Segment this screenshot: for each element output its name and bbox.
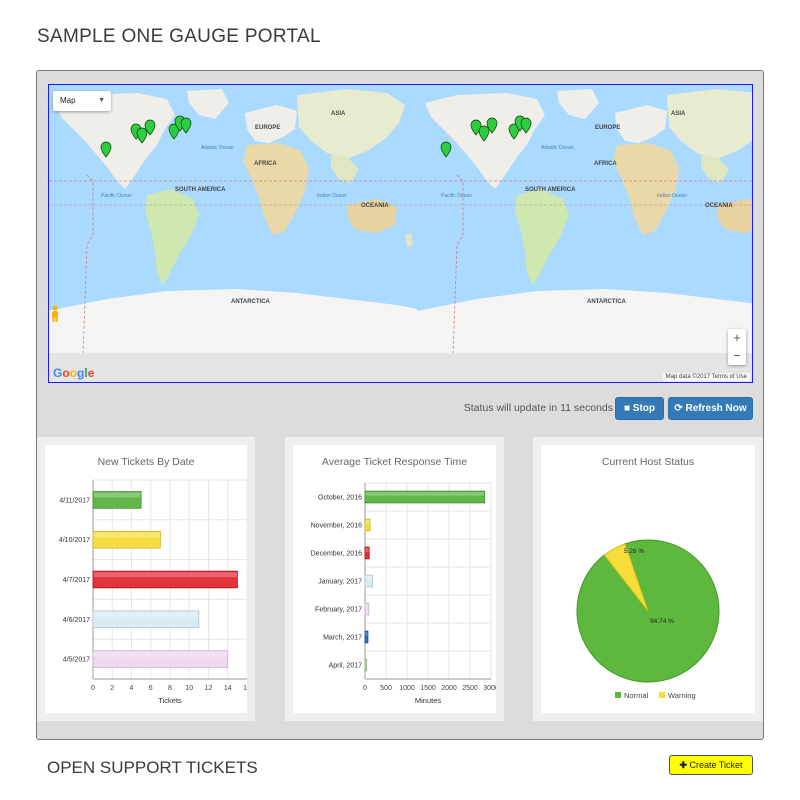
tickets-chart-tick-label: 2 bbox=[110, 685, 114, 692]
response-chart-bar-highlight bbox=[365, 632, 368, 636]
tickets-chart-bar-highlight bbox=[93, 492, 141, 498]
open-support-tickets-heading: OPEN SUPPORT TICKETS bbox=[47, 758, 258, 777]
label-atlantic-2: Atlantic Ocean bbox=[541, 145, 574, 151]
refresh-icon: ⟳ bbox=[674, 403, 683, 414]
tickets-chart-bar-highlight bbox=[93, 572, 237, 578]
pegman-icon[interactable] bbox=[49, 305, 61, 323]
response-chart-bar-highlight bbox=[365, 604, 369, 608]
label-indian: Indian Ocean bbox=[317, 193, 347, 199]
tickets-chart-category-label: 4/11/2017 bbox=[59, 497, 90, 504]
response-chart-bar-highlight bbox=[365, 548, 369, 552]
stop-icon: ■ bbox=[623, 403, 631, 414]
chevron-down-icon: ▼ bbox=[98, 97, 105, 104]
refresh-label: Refresh Now bbox=[685, 403, 747, 414]
label-south-america-2: SOUTH AMERICA bbox=[525, 187, 576, 193]
page-title: SAMPLE ONE GAUGE PORTAL bbox=[37, 26, 321, 47]
tickets-chart-bar-highlight bbox=[93, 532, 160, 538]
status-countdown: Status will update in 11 seconds bbox=[463, 402, 613, 414]
zoom-out-button[interactable]: − bbox=[728, 347, 746, 365]
response-chart-tick-label: 500 bbox=[380, 685, 392, 692]
response-chart-category-label: February, 2017 bbox=[315, 607, 362, 614]
response-chart-bar-highlight bbox=[365, 576, 373, 580]
tickets-chart-tick-label: 6 bbox=[149, 685, 153, 692]
response-chart-bar-highlight bbox=[365, 520, 370, 524]
response-chart-category-label: October, 2016 bbox=[318, 495, 362, 502]
response-chart-tick-label: 3000 bbox=[483, 685, 496, 692]
map-type-label: Map bbox=[60, 96, 76, 105]
zoom-in-button[interactable]: + bbox=[728, 329, 746, 347]
map-type-select[interactable]: Map ▼ bbox=[53, 91, 111, 111]
response-chart-x-axis-title: Minutes bbox=[415, 696, 442, 705]
map-canvas: ASIA EUROPE AFRICA SOUTH AMERICA OCEANIA… bbox=[49, 85, 752, 382]
response-chart-tick-label: 2000 bbox=[441, 685, 457, 692]
response-chart-bar-highlight bbox=[365, 492, 485, 496]
tickets-chart-tick-label: 8 bbox=[168, 685, 172, 692]
label-antarctica: ANTARCTICA bbox=[231, 299, 271, 305]
tickets-chart-tick-label: 0 bbox=[91, 685, 95, 692]
tickets-chart-category-label: 4/10/2017 bbox=[59, 537, 90, 544]
label-antarctica-2: ANTARCTICA bbox=[587, 299, 627, 305]
tickets-chart-tick-label: 16 bbox=[243, 685, 247, 692]
label-indian-2: Indian Ocean bbox=[657, 193, 687, 199]
legend-swatch-normal bbox=[615, 692, 621, 698]
pie-label-normal: 94.74 % bbox=[650, 618, 674, 625]
label-pacific: Pacific Ocean bbox=[101, 193, 132, 199]
host-status-chart: 94.74 % 5.26 % Normal Warning bbox=[576, 539, 720, 700]
label-europe-2: EUROPE bbox=[595, 125, 620, 131]
response-chart-category-label: November, 2016 bbox=[311, 523, 362, 530]
response-chart-tick-label: 1500 bbox=[420, 685, 436, 692]
stop-label: Stop bbox=[632, 403, 656, 414]
plus-icon: ✚ bbox=[679, 760, 687, 770]
world-map[interactable]: ASIA EUROPE AFRICA SOUTH AMERICA OCEANIA… bbox=[48, 84, 753, 383]
response-chart-category-label: January, 2017 bbox=[318, 579, 362, 586]
tickets-chart-category-label: 4/6/2017 bbox=[63, 617, 90, 624]
label-africa: AFRICA bbox=[254, 161, 277, 167]
tickets-chart-tick-label: 4 bbox=[130, 685, 134, 692]
label-oceania-2: OCEANIA bbox=[705, 203, 733, 209]
label-asia: ASIA bbox=[331, 111, 346, 117]
zoom-control: + − bbox=[728, 329, 746, 365]
stop-button[interactable]: ■ Stop bbox=[615, 397, 664, 420]
tickets-by-date-chart: 0 2 4 6 8 10 12 14 16 4/11/2017 4/10/2017 4/7/2017 4… bbox=[59, 479, 247, 705]
create-ticket-label: Create Ticket bbox=[689, 760, 743, 770]
label-atlantic: Atlantic Ocean bbox=[201, 145, 234, 151]
tickets-chart-bar-highlight bbox=[93, 651, 228, 657]
legend-label-normal: Normal bbox=[624, 691, 649, 700]
tickets-chart-x-axis-title: Tickets bbox=[158, 696, 182, 705]
refresh-now-button[interactable]: ⟳ Refresh Now bbox=[668, 397, 753, 420]
tickets-by-date-card: New Tickets By Date 02468101214164/11/20… bbox=[37, 437, 255, 721]
tickets-chart-tick-label: 10 bbox=[185, 685, 193, 692]
tickets-chart-bar-highlight bbox=[93, 611, 199, 617]
pie-label-warning: 5.26 % bbox=[624, 548, 644, 555]
tickets-chart-category-label: 4/5/2017 bbox=[63, 657, 90, 664]
label-pacific-2: Pacific Ocean bbox=[441, 193, 472, 199]
label-asia-2: ASIA bbox=[671, 111, 686, 117]
label-europe: EUROPE bbox=[255, 125, 280, 131]
response-chart-bar-highlight bbox=[365, 660, 367, 664]
response-chart-category-label: March, 2017 bbox=[323, 635, 362, 642]
response-chart-category-label: April, 2017 bbox=[329, 663, 363, 670]
response-time-chart: 0 500 1000 1500 2000 2500 3000 October, 2016 Nov… bbox=[311, 482, 496, 705]
tickets-chart-tick-label: 12 bbox=[205, 685, 213, 692]
response-time-card: Average Ticket Response Time 0 500 1000 150… bbox=[285, 437, 504, 721]
host-status-card: Current Host Status 94.74 % 5.26 % Normal W… bbox=[533, 437, 763, 721]
label-africa-2: AFRICA bbox=[594, 161, 617, 167]
label-south-america: SOUTH AMERICA bbox=[175, 187, 226, 193]
response-chart-tick-label: 1000 bbox=[399, 685, 415, 692]
response-chart-tick-label: 2500 bbox=[462, 685, 478, 692]
tickets-chart-tick-label: 14 bbox=[224, 685, 232, 692]
legend-swatch-warning bbox=[659, 692, 665, 698]
tickets-chart-category-label: 4/7/2017 bbox=[63, 577, 90, 584]
response-chart-category-label: December, 2016 bbox=[311, 551, 362, 558]
google-logo[interactable]: Google bbox=[53, 366, 94, 380]
create-ticket-button[interactable]: ✚ Create Ticket bbox=[669, 755, 753, 775]
legend-label-warning: Warning bbox=[668, 691, 696, 700]
response-chart-tick-label: 0 bbox=[363, 685, 367, 692]
map-attribution[interactable]: Map data ©2017 Terms of Use bbox=[662, 373, 750, 381]
label-oceania: OCEANIA bbox=[361, 203, 389, 209]
